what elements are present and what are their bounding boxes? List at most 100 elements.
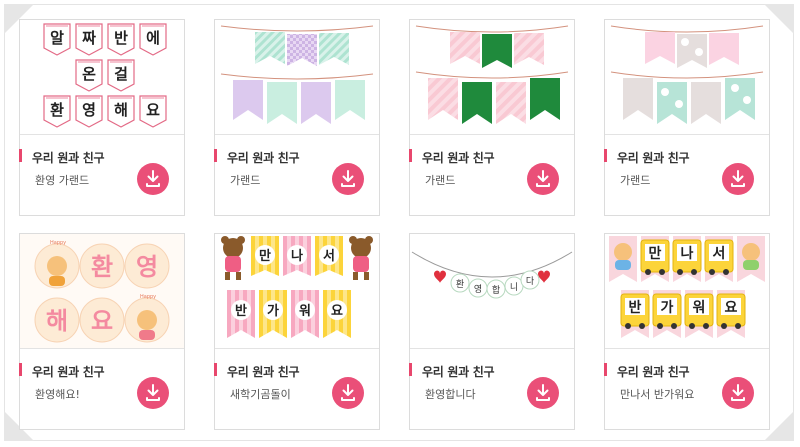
garland-letter: 환 — [91, 253, 113, 281]
garland-card[interactable]: 만 나 서 반 가 워 요 우리 원과 친구 만나서 반가워요 — [604, 233, 770, 430]
card-accent-bar — [409, 149, 412, 162]
garland-letter: 온 — [82, 65, 96, 83]
garland-letter: 요 — [91, 307, 113, 335]
garland-preview-image: 환 영 합 니 다 — [411, 251, 573, 299]
download-button[interactable] — [332, 163, 364, 195]
card-title: 새학기곰돌이 — [230, 388, 291, 401]
garland-preview-image: 만 나 서 반 가 워 요 — [609, 236, 765, 338]
garland-letter: 나 — [681, 246, 694, 262]
card-thumbnail[interactable] — [215, 20, 379, 135]
garland-letter: 합 — [492, 285, 500, 296]
garland-letter: 서 — [323, 249, 335, 264]
garland-letter: 에 — [146, 29, 160, 47]
garland-preview-image: 환 영 해 요 Happy Happy — [20, 234, 184, 348]
garland-letter: 알 — [50, 29, 64, 47]
card-accent-bar — [19, 149, 22, 162]
card-accent-bar — [214, 149, 217, 162]
card-title: 환영합니다 — [425, 388, 476, 401]
card-category: 우리 원과 친구 — [617, 365, 690, 379]
garland-letter: 영 — [136, 253, 158, 281]
garland-letter: 걸 — [114, 65, 128, 83]
download-button[interactable] — [137, 377, 169, 409]
card-accent-bar — [214, 363, 217, 376]
card-thumbnail[interactable] — [410, 20, 574, 135]
card-thumbnail[interactable]: 환 영 해 요 Happy Happy — [20, 234, 184, 349]
card-thumbnail[interactable]: 환 영 합 니 다 — [410, 234, 574, 349]
card-category: 우리 원과 친구 — [617, 151, 690, 165]
garland-letter: 환 — [50, 101, 64, 119]
garland-letter: 환 — [456, 278, 464, 290]
download-button[interactable] — [332, 377, 364, 409]
card-thumbnail[interactable] — [605, 20, 769, 135]
garland-letter: 서 — [713, 246, 726, 262]
garland-letter: 반 — [629, 299, 642, 316]
garland-small-text: Happy — [140, 294, 156, 300]
download-button[interactable] — [722, 163, 754, 195]
garland-letter: 해 — [46, 307, 68, 335]
garland-card[interactable]: 환 영 합 니 다 우리 원과 친구 환영합니다 — [409, 233, 575, 430]
download-button[interactable] — [137, 163, 169, 195]
garland-card[interactable]: 환 영 해 요 Happy Happy 우리 원과 친구 환영해요! — [19, 233, 185, 430]
card-category: 우리 원과 친구 — [227, 365, 300, 379]
garland-letter: 해 — [114, 101, 128, 119]
garland-letter: 짜 — [82, 29, 96, 47]
card-category: 우리 원과 친구 — [32, 365, 105, 379]
garland-letter: 만 — [649, 246, 662, 262]
card-title: 가랜드 — [620, 174, 651, 187]
garland-letter: 영 — [474, 284, 482, 295]
garland-letter: 나 — [291, 248, 303, 264]
card-accent-bar — [19, 363, 22, 376]
card-title: 가랜드 — [425, 174, 456, 187]
download-icon — [146, 170, 160, 187]
garland-letter: 가 — [661, 300, 674, 316]
garland-letter: 다 — [526, 276, 535, 287]
download-icon — [341, 170, 355, 187]
garland-grid: 알 짜 반 에 온 걸 환 영 해 요 우리 원과 친구 환영 가랜드 우리 원… — [19, 19, 787, 431]
garland-card[interactable]: 우리 원과 친구 가랜드 — [604, 19, 770, 216]
garland-letter: 영 — [82, 101, 96, 119]
garland-letter: 요 — [146, 101, 160, 119]
garland-preview-image — [415, 25, 569, 124]
card-category: 우리 원과 친구 — [227, 151, 300, 165]
garland-letter: 반 — [114, 29, 128, 47]
download-icon — [146, 384, 160, 401]
card-accent-bar — [604, 363, 607, 376]
card-thumbnail[interactable]: 만 나 서 반 가 워 요 — [605, 234, 769, 349]
download-icon — [536, 170, 550, 187]
card-thumbnail[interactable]: 알 짜 반 에 온 걸 환 영 해 요 — [20, 20, 184, 135]
garland-preview-image: 만 나 서 반 가 워 요 — [221, 236, 373, 338]
garland-letter: 가 — [267, 304, 279, 319]
garland-card[interactable]: 알 짜 반 에 온 걸 환 영 해 요 우리 원과 친구 환영 가랜드 — [19, 19, 185, 216]
download-button[interactable] — [527, 377, 559, 409]
garland-preview-image — [610, 25, 764, 124]
card-title: 가랜드 — [230, 174, 261, 187]
card-thumbnail[interactable]: 만 나 서 반 가 워 요 — [215, 234, 379, 349]
garland-letter: 요 — [725, 300, 738, 316]
card-category: 우리 원과 친구 — [422, 151, 495, 165]
card-title: 환영 가랜드 — [35, 174, 90, 187]
download-icon — [536, 384, 550, 401]
garland-card[interactable]: 만 나 서 반 가 워 요 우리 원과 친구 새학기곰돌이 — [214, 233, 380, 430]
garland-small-text: Happy — [50, 240, 66, 246]
card-accent-bar — [604, 149, 607, 162]
garland-letter: 만 — [259, 248, 271, 264]
download-icon — [731, 170, 745, 187]
download-button[interactable] — [722, 377, 754, 409]
card-title: 환영해요! — [35, 388, 80, 401]
garland-card[interactable]: 우리 원과 친구 가랜드 — [214, 19, 380, 216]
garland-letter: 니 — [510, 282, 518, 293]
garland-letter: 워 — [299, 304, 311, 319]
garland-letter: 워 — [693, 300, 706, 316]
download-button[interactable] — [527, 163, 559, 195]
card-title: 만나서 반가워요 — [620, 388, 695, 401]
download-icon — [731, 384, 745, 401]
garland-letter: 반 — [235, 303, 247, 319]
download-icon — [341, 384, 355, 401]
card-category: 우리 원과 친구 — [422, 365, 495, 379]
garland-preview-image — [220, 25, 374, 124]
card-accent-bar — [409, 363, 412, 376]
card-category: 우리 원과 친구 — [32, 151, 105, 165]
garland-preview-image: 알 짜 반 에 온 걸 환 영 해 요 — [43, 23, 167, 128]
garland-card[interactable]: 우리 원과 친구 가랜드 — [409, 19, 575, 216]
garland-letter: 요 — [331, 304, 343, 319]
